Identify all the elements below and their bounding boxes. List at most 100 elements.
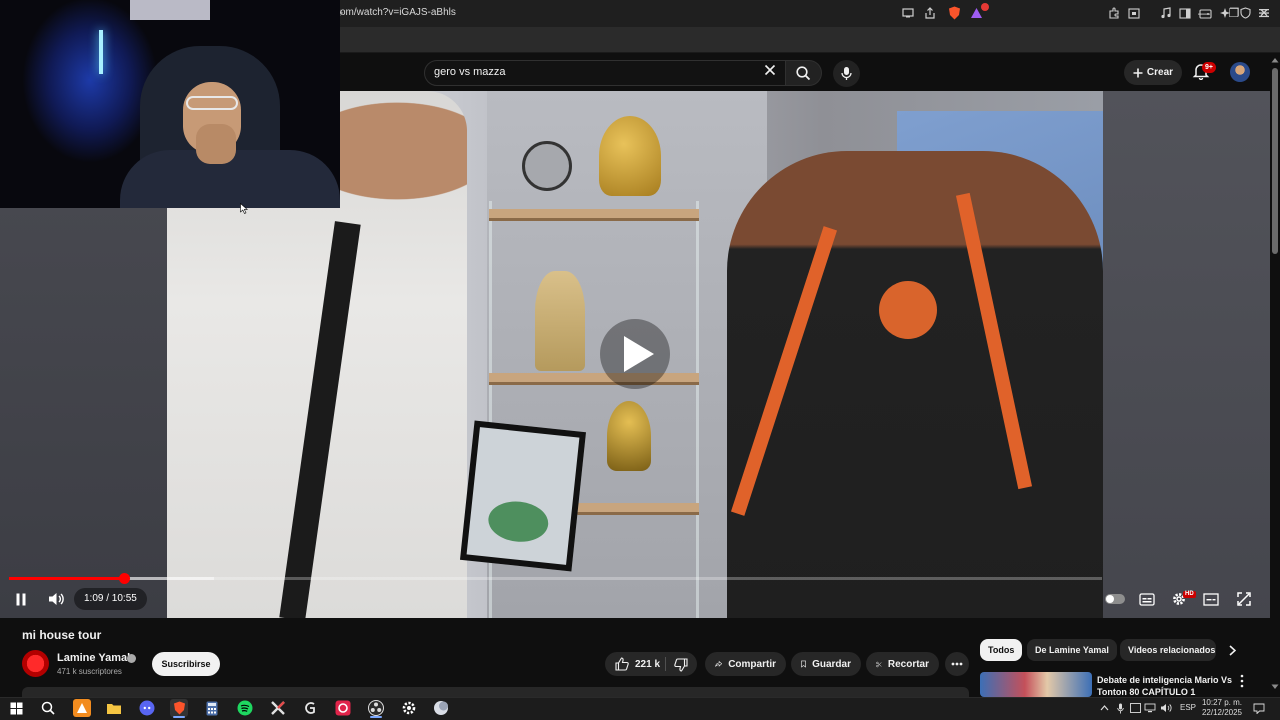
thumbs-down-icon — [674, 658, 688, 672]
sidebar-icon[interactable] — [1177, 5, 1193, 21]
channel-avatar[interactable] — [22, 650, 49, 677]
taskbar-app-orange-icon[interactable] — [73, 699, 91, 717]
chip-related-videos[interactable]: Videos relacionados — [1120, 639, 1216, 661]
wallet-small-icon[interactable] — [1126, 5, 1142, 21]
keyboard-language[interactable]: ESP — [1180, 703, 1196, 712]
recommended-video-title[interactable]: Debate de inteligencia Mario Vs Tonton 8… — [1097, 674, 1233, 697]
big-play-button[interactable] — [600, 319, 670, 389]
windows-taskbar — [0, 697, 1280, 720]
taskbar-app-red-icon[interactable] — [334, 699, 352, 717]
clear-search-icon[interactable] — [762, 63, 778, 81]
streamer-webcam-overlay — [0, 0, 340, 208]
menu-icon[interactable] — [1256, 5, 1272, 21]
mouse-cursor-icon — [240, 203, 248, 214]
video-title: mi house tour — [22, 628, 102, 642]
brave-active-indicator — [173, 716, 185, 718]
brave-browser-icon[interactable] — [170, 699, 188, 717]
url-text[interactable]: om/watch?v=iGAJS-aBhls — [340, 7, 456, 18]
subscribe-button[interactable]: Suscribirse — [152, 652, 220, 676]
tray-network-icon[interactable] — [1144, 702, 1156, 714]
search-button[interactable] — [786, 60, 822, 86]
tray-microphone-icon[interactable] — [1114, 702, 1126, 714]
volume-button[interactable] — [46, 590, 66, 608]
pause-icon — [16, 593, 26, 605]
taskbar-app-moon-icon[interactable] — [432, 699, 450, 717]
taskbar-app-g-icon[interactable] — [301, 699, 319, 717]
create-button[interactable]: Crear — [1124, 60, 1182, 85]
share-icon[interactable] — [922, 5, 938, 21]
subtitles-button[interactable] — [1138, 591, 1156, 607]
share-arrow-icon — [715, 660, 723, 667]
fullscreen-button[interactable] — [1235, 590, 1253, 608]
scrollbar-thumb[interactable] — [1272, 68, 1278, 254]
miniplayer-icon — [1203, 592, 1219, 606]
save-label: Guardar — [812, 658, 851, 670]
share-button[interactable]: Compartir — [705, 652, 786, 676]
wallet-icon[interactable] — [1197, 5, 1213, 21]
rewards-badge — [981, 3, 989, 11]
autoplay-toggle[interactable] — [1105, 594, 1125, 604]
miniplayer-button[interactable] — [1202, 591, 1220, 607]
video-menu-icon[interactable] — [1237, 674, 1247, 688]
taskbar-app-x-icon[interactable] — [269, 699, 287, 717]
fullscreen-icon — [1237, 592, 1251, 606]
clock-date: 22/12/2025 — [1201, 708, 1243, 717]
time-display: 1:09 / 10:55 — [74, 588, 147, 610]
captions-icon — [1139, 592, 1155, 606]
vpn-shield-icon[interactable] — [1237, 5, 1253, 21]
thumbs-up-icon[interactable] — [615, 657, 629, 671]
chevron-right-icon — [1228, 644, 1236, 656]
leo-ai-icon[interactable] — [1217, 5, 1233, 21]
scroll-up-icon[interactable] — [1271, 57, 1279, 63]
dislike-button[interactable] — [673, 657, 689, 673]
more-actions-button[interactable] — [945, 652, 969, 676]
subscriber-count: 471 k suscriptores — [57, 667, 122, 676]
notification-center-icon[interactable] — [1253, 702, 1265, 714]
tray-chevron-icon[interactable] — [1098, 702, 1110, 714]
screen: + — ❐ ✕ om/watch?v=iGAJS-aBhls gero vs — [0, 0, 1280, 720]
played-bar — [9, 577, 124, 580]
hd-badge: HD — [1183, 591, 1196, 598]
account-avatar[interactable] — [1230, 62, 1250, 82]
tray-volume-icon[interactable] — [1160, 702, 1172, 714]
chip-todos[interactable]: Todos — [980, 639, 1023, 661]
microphone-icon — [841, 67, 852, 80]
voice-search-button[interactable] — [833, 60, 860, 87]
taskbar-app-gear-icon[interactable] — [400, 699, 418, 717]
media-icon[interactable] — [1158, 5, 1174, 21]
clip-label: Recortar — [887, 658, 929, 670]
notifications-count-badge: 9+ — [1202, 62, 1216, 73]
volume-icon — [48, 593, 64, 605]
file-explorer-icon[interactable] — [105, 699, 123, 717]
save-button[interactable]: Guardar — [791, 652, 861, 676]
scrubber-handle[interactable] — [119, 573, 130, 584]
chip-from-channel[interactable]: De Lamine Yamal — [1027, 639, 1117, 661]
more-horizontal-icon — [951, 662, 963, 666]
play-icon — [624, 336, 654, 372]
scroll-down-icon[interactable] — [1271, 684, 1279, 690]
calculator-icon[interactable] — [203, 699, 221, 717]
extensions-icon[interactable] — [1106, 5, 1122, 21]
taskbar-clock[interactable]: 10:27 p. m. 22/12/2025 — [1199, 698, 1245, 718]
chips-next-button[interactable] — [1222, 640, 1242, 660]
discord-icon[interactable] — [138, 699, 156, 717]
like-count[interactable]: 221 k — [635, 659, 660, 670]
cast-icon[interactable] — [900, 5, 916, 21]
recommended-video-thumbnail[interactable] — [980, 672, 1092, 697]
obs-active-indicator — [370, 716, 382, 718]
search-icon — [796, 65, 811, 80]
spotify-icon[interactable] — [236, 699, 254, 717]
description-box[interactable] — [22, 687, 969, 697]
taskbar-search-icon[interactable] — [39, 699, 57, 717]
obs-icon[interactable] — [367, 699, 385, 717]
clip-button[interactable]: Recortar — [866, 652, 939, 676]
player-letterbox-right — [1103, 91, 1270, 618]
channel-name[interactable]: Lamine Yamal — [57, 652, 130, 664]
search-query-text[interactable]: gero vs mazza — [434, 66, 506, 78]
tray-app-icon[interactable] — [1129, 702, 1141, 714]
like-divider — [665, 657, 666, 671]
windows-start-icon[interactable] — [7, 699, 25, 717]
pause-button[interactable] — [12, 591, 30, 607]
clock-time: 10:27 p. m. — [1201, 698, 1243, 707]
brave-shields-icon[interactable] — [946, 5, 962, 21]
